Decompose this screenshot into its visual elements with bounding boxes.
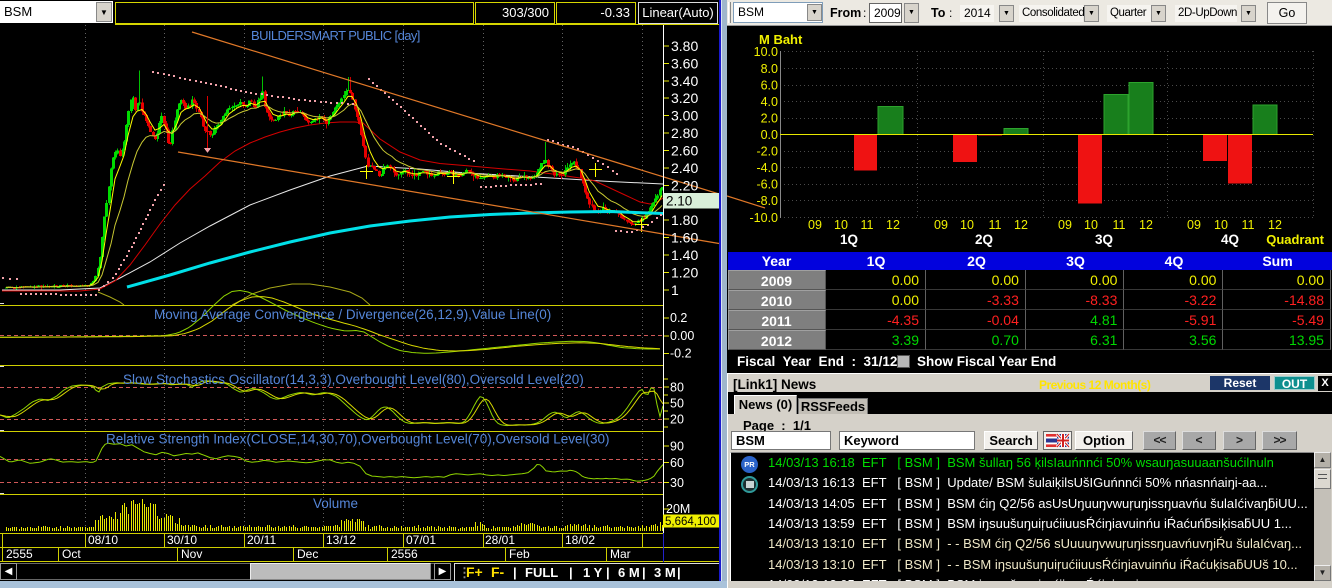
svg-text:10: 10: [834, 218, 848, 232]
svg-text:50: 50: [670, 397, 684, 411]
svg-text:-2.0: -2.0: [756, 145, 778, 159]
svg-text:1.20: 1.20: [671, 265, 698, 281]
svg-text:20/11: 20/11: [247, 533, 276, 547]
svg-text:Feb: Feb: [509, 547, 530, 561]
svg-text:2.60: 2.60: [671, 143, 698, 159]
svg-text:4Q: 4Q: [1221, 232, 1239, 247]
svg-text:2.0: 2.0: [761, 112, 778, 126]
svg-text:12: 12: [1139, 218, 1153, 232]
svg-text:1: 1: [671, 282, 679, 298]
svg-text:-8.0: -8.0: [756, 194, 778, 208]
svg-text:2555: 2555: [6, 547, 33, 561]
svg-text:-4.0: -4.0: [756, 161, 778, 175]
svg-text:2.40: 2.40: [671, 160, 698, 176]
svg-text:4.0: 4.0: [761, 95, 778, 109]
svg-text:30: 30: [670, 476, 684, 490]
svg-text:07/01: 07/01: [406, 533, 436, 547]
svg-text:20M: 20M: [666, 502, 690, 516]
svg-text:09: 09: [808, 218, 822, 232]
svg-text:13/12: 13/12: [326, 533, 356, 547]
svg-text:2556: 2556: [391, 547, 418, 561]
svg-text:Slow Stochastics Oscillator(14: Slow Stochastics Oscillator(14,3,3),Over…: [123, 372, 584, 387]
svg-text:6.0: 6.0: [761, 79, 778, 93]
svg-text:12: 12: [1014, 218, 1028, 232]
svg-text:28/01: 28/01: [485, 533, 515, 547]
svg-text:3.80: 3.80: [671, 38, 698, 54]
svg-text:60: 60: [670, 456, 684, 470]
svg-text:09: 09: [1058, 218, 1072, 232]
svg-text:11: 11: [989, 218, 1002, 232]
svg-text:1.60: 1.60: [671, 230, 698, 246]
svg-text:-6.0: -6.0: [756, 178, 778, 192]
svg-text:0.0: 0.0: [761, 128, 778, 142]
svg-text:2.20: 2.20: [671, 177, 698, 193]
svg-text:-0.2: -0.2: [670, 347, 692, 361]
svg-text:10: 10: [960, 218, 974, 232]
svg-text:11: 11: [1242, 218, 1255, 232]
svg-text:BUILDERSMART PUBLIC [day]: BUILDERSMART PUBLIC [day]: [251, 28, 420, 43]
svg-text:1.40: 1.40: [671, 247, 698, 263]
svg-text:09: 09: [1187, 218, 1201, 232]
svg-text:Volume: Volume: [313, 496, 358, 511]
svg-text:09: 09: [934, 218, 948, 232]
svg-text:30/10: 30/10: [167, 533, 197, 547]
svg-text:1.80: 1.80: [671, 212, 698, 228]
svg-text:3.00: 3.00: [671, 108, 698, 124]
svg-text:Nov: Nov: [181, 547, 202, 561]
svg-text:Relative Strength Index(CLOSE,: Relative Strength Index(CLOSE,14,30,70),…: [106, 432, 610, 447]
svg-text:8.0: 8.0: [761, 62, 778, 76]
svg-text:12: 12: [886, 218, 900, 232]
svg-text:0.00: 0.00: [670, 329, 694, 343]
svg-text:1Q: 1Q: [840, 232, 858, 247]
svg-text:Quadrant: Quadrant: [1266, 232, 1324, 247]
svg-text:5,664,100: 5,664,100: [665, 516, 716, 528]
svg-text:-10.0: -10.0: [750, 211, 779, 225]
svg-text:11: 11: [1113, 218, 1126, 232]
svg-text:2.80: 2.80: [671, 125, 698, 141]
svg-text:3.20: 3.20: [671, 90, 698, 106]
svg-text:3.60: 3.60: [671, 55, 698, 71]
svg-text:12: 12: [1268, 218, 1282, 232]
svg-text:18/02: 18/02: [565, 533, 595, 547]
svg-text:08/10: 08/10: [88, 533, 118, 547]
svg-text:Oct: Oct: [62, 547, 81, 561]
svg-text:Dec: Dec: [297, 547, 318, 561]
svg-text:2Q: 2Q: [975, 232, 993, 247]
svg-text:20: 20: [670, 413, 684, 427]
svg-text:3.40: 3.40: [671, 73, 698, 89]
svg-text:0.2: 0.2: [670, 311, 687, 325]
svg-text:2.10: 2.10: [666, 194, 692, 209]
svg-text:10: 10: [1214, 218, 1228, 232]
svg-text:10: 10: [1084, 218, 1098, 232]
svg-text:3Q: 3Q: [1095, 232, 1113, 247]
svg-text:90: 90: [670, 440, 684, 454]
svg-text:11: 11: [861, 218, 874, 232]
svg-text:Mar: Mar: [610, 547, 631, 561]
svg-text:10.0: 10.0: [754, 45, 778, 59]
svg-text:Moving Average Convergence / D: Moving Average Convergence / Divergence(…: [154, 307, 551, 322]
svg-text:80: 80: [670, 381, 684, 395]
